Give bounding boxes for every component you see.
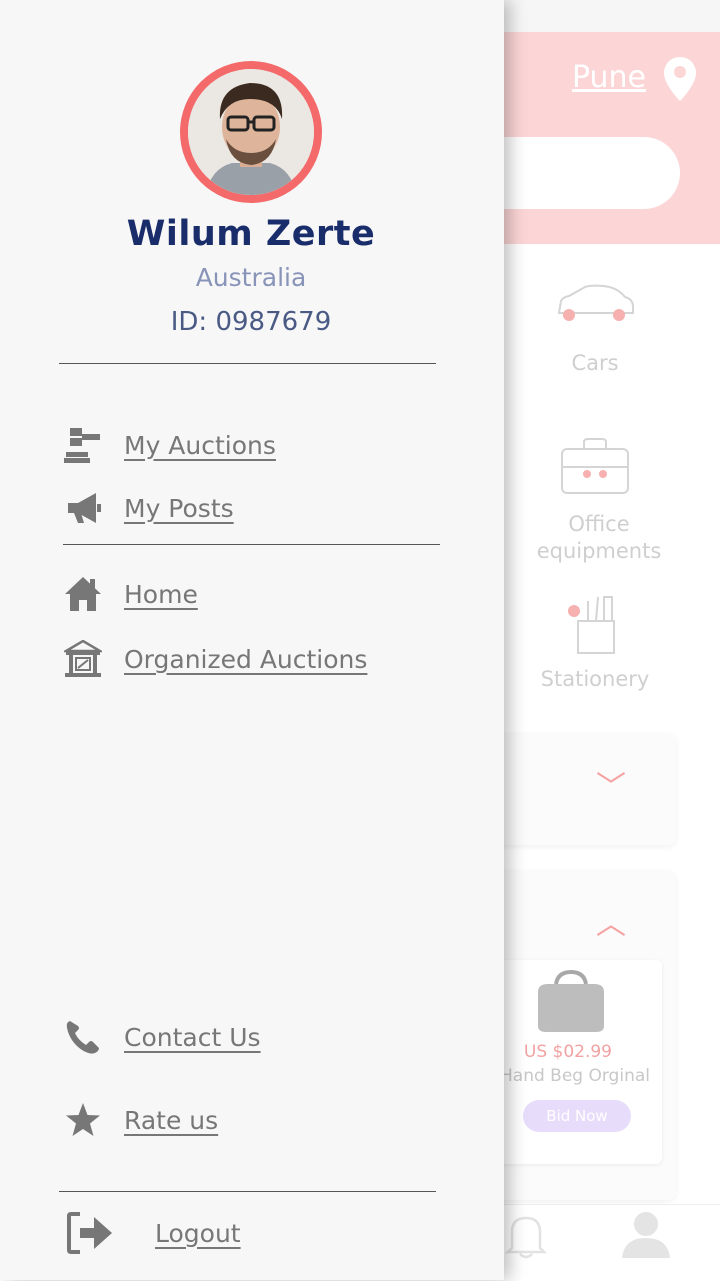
chevron-down-icon[interactable]: ﹀ (596, 773, 626, 803)
location-pin-icon[interactable] (662, 55, 698, 103)
category-cars[interactable]: Cars (510, 350, 680, 377)
car-icon (557, 284, 634, 321)
divider (63, 544, 440, 545)
menu-item-home[interactable]: Home (64, 575, 198, 613)
auction-house-icon (64, 640, 102, 678)
megaphone-icon (64, 489, 102, 527)
profile-country: Australia (195, 263, 307, 292)
avatar[interactable] (180, 61, 322, 203)
menu-item-organized-auctions[interactable]: Organized Auctions (64, 640, 367, 678)
bag-image (538, 970, 604, 1032)
menu-item-label: My Posts (124, 493, 234, 523)
user-icon[interactable] (620, 1208, 672, 1260)
menu-item-contact-us[interactable]: Contact Us (64, 1018, 261, 1056)
menu-item-label: Contact Us (124, 1022, 261, 1052)
bid-now-button[interactable]: Bid Now (523, 1100, 631, 1132)
navigation-drawer: Wilum Zerte Australia ID: 0987679 My Auc… (0, 0, 504, 1280)
menu-item-label: Organized Auctions (124, 644, 368, 674)
menu-item-label: Rate us (124, 1105, 219, 1135)
briefcase-icon (561, 438, 629, 494)
profile-id: ID: 0987679 (170, 307, 332, 337)
profile-name: Wilum Zerte (126, 214, 376, 254)
star-icon (64, 1101, 102, 1139)
logout-icon (66, 1210, 114, 1256)
category-office-equipments[interactable]: Office equipments (514, 511, 684, 565)
menu-item-label: My Auctions (124, 430, 276, 460)
logout-button[interactable]: Logout (66, 1210, 241, 1256)
menu-item-my-auctions[interactable]: My Auctions (64, 426, 276, 464)
divider (59, 1191, 436, 1192)
divider (59, 363, 436, 364)
menu-item-label: Home (124, 579, 198, 609)
stationery-icon (568, 596, 615, 654)
menu-item-rate-us[interactable]: Rate us (64, 1101, 218, 1139)
menu-item-my-posts[interactable]: My Posts (64, 489, 234, 527)
bell-icon[interactable] (504, 1210, 548, 1260)
logout-label: Logout (155, 1218, 241, 1248)
home-icon (64, 575, 102, 613)
phone-icon (64, 1018, 102, 1056)
chevron-up-icon[interactable]: ︿ (596, 910, 626, 940)
category-stationery[interactable]: Stationery (510, 666, 680, 693)
location-link[interactable]: Pune (572, 60, 646, 95)
avatar-photo (188, 69, 314, 195)
gavel-icon (64, 426, 102, 464)
